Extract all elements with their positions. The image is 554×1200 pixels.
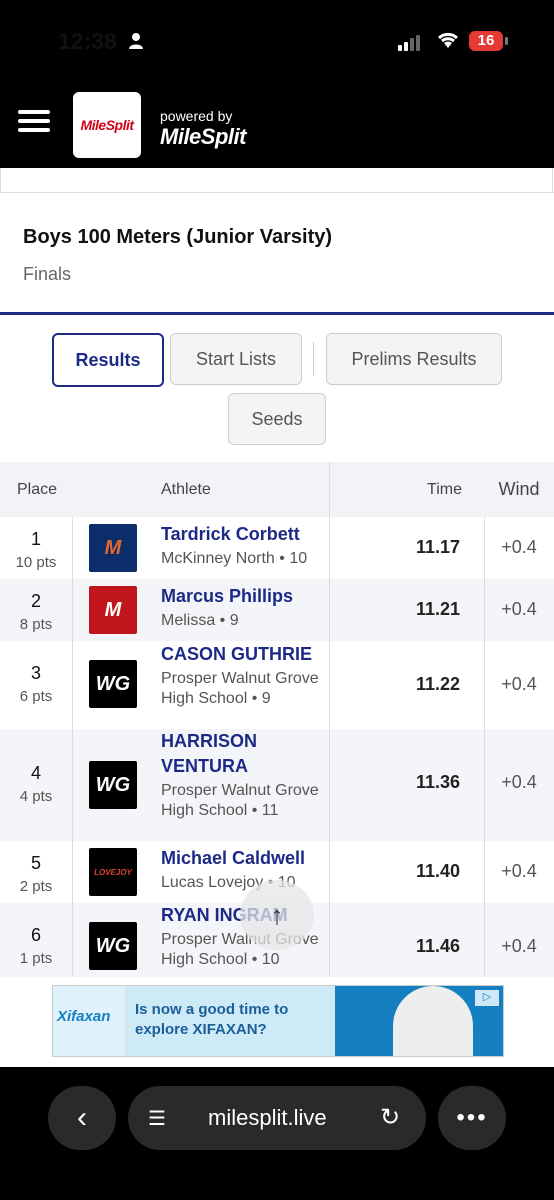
place-cell: 5 2 pts [0, 853, 72, 895]
athlete-team: Melissa • 9 [161, 612, 239, 629]
more-options-button[interactable]: ••• [438, 1086, 506, 1150]
result-time: 11.22 [415, 674, 460, 694]
table-row[interactable]: 4 4 pts WG HARRISON VENTURA Prosper Walnut… [0, 729, 554, 841]
place-cell: 2 8 pts [0, 591, 72, 633]
team-logo: LOVEJOY [89, 848, 137, 896]
column-divider [72, 517, 73, 977]
ad-brand-logo: Xifaxan [57, 1008, 111, 1025]
place-cell: 4 4 pts [0, 763, 72, 805]
ad-copy: Is now a good time to explore XIFAXAN? [135, 1001, 289, 1038]
tab-divider [313, 342, 314, 376]
divider [0, 312, 554, 315]
person-icon [129, 33, 143, 49]
card-top-edge [0, 168, 554, 193]
result-wind: +0.4 [501, 674, 537, 694]
event-title: Boys 100 Meters (Junior Varsity) [23, 226, 333, 248]
wifi-icon [437, 32, 459, 48]
tab-prelims-results[interactable]: Prelims Results [326, 333, 502, 385]
athlete-team: Prosper Walnut Grove High School • 9 [161, 670, 319, 707]
place-points: 10 pts [15, 554, 57, 571]
powered-by-logo: MileSplit [160, 124, 246, 149]
place-points: 4 pts [19, 788, 53, 805]
result-time: 11.40 [415, 861, 460, 881]
clock: 12:38 [58, 28, 117, 54]
card-border-left [0, 168, 1, 192]
place-number: 1 [30, 529, 41, 549]
team-logo: M [89, 524, 137, 572]
athlete-cell: Marcus Phillips Melissa • 9 [161, 584, 321, 631]
header-athlete: Athlete [161, 481, 211, 498]
ad-banner[interactable]: Xifaxan Is now a good time to explore XI… [52, 985, 504, 1057]
place-cell: 3 6 pts [0, 663, 72, 705]
column-divider [329, 462, 330, 977]
milesplit-logo[interactable]: MileSplit [73, 92, 141, 158]
header-time: Time [427, 481, 462, 498]
powered-by-label: powered by [160, 108, 233, 124]
team-logo: WG [89, 761, 137, 809]
athlete-name[interactable]: CASON GUTHRIE [161, 642, 321, 667]
signal-icon [398, 33, 422, 51]
place-number: 3 [30, 663, 41, 683]
place-number: 5 [30, 853, 41, 873]
place-points: 6 pts [19, 688, 53, 705]
place-points: 2 pts [19, 878, 53, 895]
team-logo: M [89, 586, 137, 634]
tab-seeds[interactable]: Seeds [228, 393, 326, 445]
athlete-name[interactable]: HARRISON VENTURA [161, 729, 291, 779]
athlete-team: McKinney North • 10 [161, 550, 308, 567]
result-wind: +0.4 [501, 772, 537, 792]
logo-text: MileSplit [80, 117, 134, 133]
team-logo: WG [89, 922, 137, 970]
athlete-cell: HARRISON VENTURA Prosper Walnut Grove Hig… [161, 729, 319, 821]
result-time: 11.21 [415, 599, 460, 619]
card-border-right [552, 168, 553, 192]
header-wind: Wind [498, 479, 540, 499]
place-cell: 1 10 pts [0, 529, 72, 571]
event-round: Finals [23, 264, 72, 284]
table-row[interactable]: 2 8 pts M Marcus Phillips Melissa • 9 11.2… [0, 579, 554, 641]
place-number: 4 [30, 763, 41, 783]
place-number: 6 [30, 925, 41, 945]
header-place: Place [17, 481, 58, 498]
battery-icon: 16 [469, 31, 503, 51]
table-row[interactable]: 1 10 pts M Tardrick Corbett McKinney North… [0, 517, 554, 579]
hamburger-menu-icon[interactable] [18, 110, 50, 136]
arrow-up-icon: ↑ [270, 899, 284, 930]
athlete-team: Prosper Walnut Grove High School • 11 [161, 782, 319, 819]
page-menu-icon[interactable]: ☰ [148, 1106, 170, 1130]
result-wind: +0.4 [501, 537, 537, 557]
ad-image [393, 986, 473, 1056]
result-time: 11.46 [415, 936, 460, 956]
table-row[interactable]: 3 6 pts WG CASON GUTHRIE Prosper Walnut Gr… [0, 641, 554, 729]
adchoices-icon[interactable]: ▷ [475, 990, 499, 1006]
place-cell: 6 1 pts [0, 925, 72, 967]
athlete-cell: CASON GUTHRIE Prosper Walnut Grove High S… [161, 642, 321, 709]
result-time: 11.36 [415, 772, 460, 792]
athlete-name[interactable]: Tardrick Corbett [161, 522, 326, 547]
place-points: 1 pts [19, 950, 53, 967]
chevron-left-icon: ‹ [77, 1101, 87, 1134]
place-points: 8 pts [19, 616, 53, 633]
scroll-to-top-button[interactable]: ↑ [240, 880, 314, 950]
reload-icon[interactable]: ↻ [380, 1103, 400, 1132]
team-logo: WG [89, 660, 137, 708]
tab-results[interactable]: Results [52, 333, 164, 387]
result-wind: +0.4 [501, 599, 537, 619]
athlete-cell: Michael Caldwell Lucas Lovejoy • 10 [161, 846, 326, 893]
ellipsis-icon: ••• [456, 1104, 488, 1131]
place-number: 2 [30, 591, 41, 611]
back-button[interactable]: ‹ [48, 1086, 116, 1150]
url-text[interactable]: milesplit.live [208, 1105, 327, 1131]
result-time: 11.17 [415, 537, 460, 557]
athlete-cell: Tardrick Corbett McKinney North • 10 [161, 522, 326, 569]
athlete-name[interactable]: Marcus Phillips [161, 584, 321, 609]
tab-start-lists[interactable]: Start Lists [170, 333, 302, 385]
result-wind: +0.4 [501, 861, 537, 881]
battery-tip [505, 37, 508, 45]
result-wind: +0.4 [501, 936, 537, 956]
column-divider [484, 517, 485, 977]
athlete-name[interactable]: Michael Caldwell [161, 846, 326, 871]
table-header: Place Athlete Time Wind [0, 462, 554, 517]
